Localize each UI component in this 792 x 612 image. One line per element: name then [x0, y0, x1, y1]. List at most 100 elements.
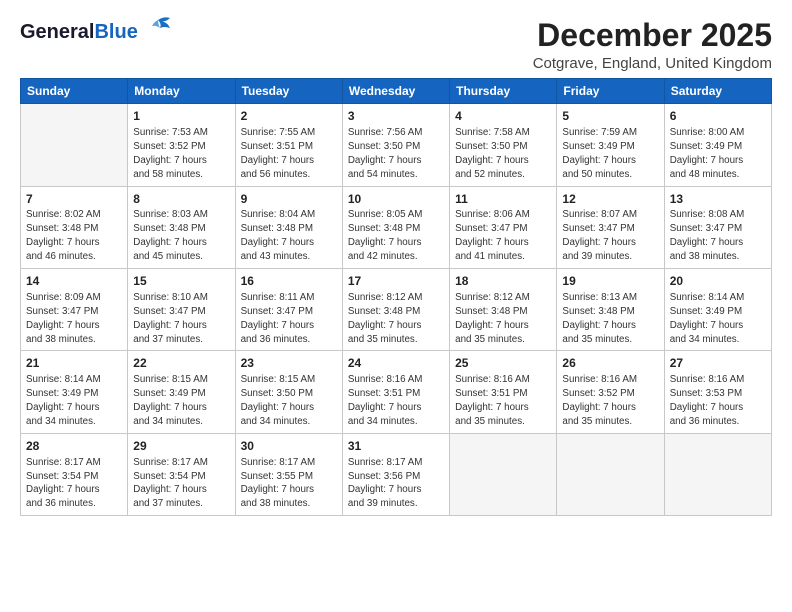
logo-blue: Blue: [94, 21, 137, 43]
calendar-day-cell: 30Sunrise: 8:17 AMSunset: 3:55 PMDayligh…: [235, 433, 342, 515]
calendar-day-header: Friday: [557, 79, 664, 104]
day-number: 25: [455, 355, 551, 372]
page: GeneralBlue December 2025 Cotgrave, Engl…: [0, 0, 792, 612]
calendar-day-cell: 4Sunrise: 7:58 AMSunset: 3:50 PMDaylight…: [450, 104, 557, 186]
calendar-day-cell: 9Sunrise: 8:04 AMSunset: 3:48 PMDaylight…: [235, 186, 342, 268]
day-info: Sunrise: 8:16 AMSunset: 3:51 PMDaylight:…: [348, 373, 444, 429]
title-block: December 2025 Cotgrave, England, United …: [533, 18, 772, 72]
logo-text: GeneralBlue: [20, 22, 138, 42]
calendar-day-header: Monday: [128, 79, 235, 104]
day-info: Sunrise: 8:12 AMSunset: 3:48 PMDaylight:…: [455, 291, 551, 347]
day-number: 29: [133, 438, 229, 455]
calendar-day-cell: 5Sunrise: 7:59 AMSunset: 3:49 PMDaylight…: [557, 104, 664, 186]
calendar-day-header: Tuesday: [235, 79, 342, 104]
day-number: 22: [133, 355, 229, 372]
day-number: 5: [562, 108, 658, 125]
calendar-table: SundayMondayTuesdayWednesdayThursdayFrid…: [20, 78, 772, 516]
calendar-day-cell: 8Sunrise: 8:03 AMSunset: 3:48 PMDaylight…: [128, 186, 235, 268]
day-info: Sunrise: 8:07 AMSunset: 3:47 PMDaylight:…: [562, 208, 658, 264]
day-number: 23: [241, 355, 337, 372]
day-number: 3: [348, 108, 444, 125]
calendar-week-row: 7Sunrise: 8:02 AMSunset: 3:48 PMDaylight…: [21, 186, 772, 268]
day-number: 7: [26, 191, 122, 208]
calendar-day-cell: [450, 433, 557, 515]
day-number: 17: [348, 273, 444, 290]
calendar-day-cell: 10Sunrise: 8:05 AMSunset: 3:48 PMDayligh…: [342, 186, 449, 268]
logo-bird-icon: [140, 16, 172, 40]
day-number: 2: [241, 108, 337, 125]
calendar-day-cell: 18Sunrise: 8:12 AMSunset: 3:48 PMDayligh…: [450, 269, 557, 351]
day-number: 24: [348, 355, 444, 372]
day-info: Sunrise: 8:13 AMSunset: 3:48 PMDaylight:…: [562, 291, 658, 347]
main-title: December 2025: [533, 18, 772, 53]
calendar-week-row: 21Sunrise: 8:14 AMSunset: 3:49 PMDayligh…: [21, 351, 772, 433]
day-info: Sunrise: 8:16 AMSunset: 3:53 PMDaylight:…: [670, 373, 766, 429]
day-info: Sunrise: 8:06 AMSunset: 3:47 PMDaylight:…: [455, 208, 551, 264]
calendar-day-cell: [664, 433, 771, 515]
day-info: Sunrise: 8:04 AMSunset: 3:48 PMDaylight:…: [241, 208, 337, 264]
calendar-day-cell: 23Sunrise: 8:15 AMSunset: 3:50 PMDayligh…: [235, 351, 342, 433]
calendar-day-cell: [21, 104, 128, 186]
day-info: Sunrise: 8:00 AMSunset: 3:49 PMDaylight:…: [670, 126, 766, 182]
day-number: 15: [133, 273, 229, 290]
day-number: 12: [562, 191, 658, 208]
day-info: Sunrise: 8:14 AMSunset: 3:49 PMDaylight:…: [670, 291, 766, 347]
day-number: 13: [670, 191, 766, 208]
calendar-day-cell: 20Sunrise: 8:14 AMSunset: 3:49 PMDayligh…: [664, 269, 771, 351]
calendar-day-cell: 19Sunrise: 8:13 AMSunset: 3:48 PMDayligh…: [557, 269, 664, 351]
day-info: Sunrise: 7:55 AMSunset: 3:51 PMDaylight:…: [241, 126, 337, 182]
day-number: 8: [133, 191, 229, 208]
calendar-day-cell: 16Sunrise: 8:11 AMSunset: 3:47 PMDayligh…: [235, 269, 342, 351]
logo-general: General: [20, 21, 94, 43]
day-info: Sunrise: 7:59 AMSunset: 3:49 PMDaylight:…: [562, 126, 658, 182]
calendar-week-row: 1Sunrise: 7:53 AMSunset: 3:52 PMDaylight…: [21, 104, 772, 186]
calendar-day-header: Sunday: [21, 79, 128, 104]
day-info: Sunrise: 8:12 AMSunset: 3:48 PMDaylight:…: [348, 291, 444, 347]
header: GeneralBlue December 2025 Cotgrave, Engl…: [20, 18, 772, 72]
day-number: 18: [455, 273, 551, 290]
day-info: Sunrise: 8:17 AMSunset: 3:56 PMDaylight:…: [348, 456, 444, 512]
day-info: Sunrise: 8:17 AMSunset: 3:54 PMDaylight:…: [133, 456, 229, 512]
calendar-day-cell: 26Sunrise: 8:16 AMSunset: 3:52 PMDayligh…: [557, 351, 664, 433]
calendar-week-row: 14Sunrise: 8:09 AMSunset: 3:47 PMDayligh…: [21, 269, 772, 351]
calendar-day-cell: 11Sunrise: 8:06 AMSunset: 3:47 PMDayligh…: [450, 186, 557, 268]
day-info: Sunrise: 8:17 AMSunset: 3:55 PMDaylight:…: [241, 456, 337, 512]
day-number: 16: [241, 273, 337, 290]
day-info: Sunrise: 7:56 AMSunset: 3:50 PMDaylight:…: [348, 126, 444, 182]
calendar-day-cell: 24Sunrise: 8:16 AMSunset: 3:51 PMDayligh…: [342, 351, 449, 433]
day-info: Sunrise: 8:16 AMSunset: 3:52 PMDaylight:…: [562, 373, 658, 429]
day-number: 6: [670, 108, 766, 125]
calendar-day-cell: 25Sunrise: 8:16 AMSunset: 3:51 PMDayligh…: [450, 351, 557, 433]
day-info: Sunrise: 8:16 AMSunset: 3:51 PMDaylight:…: [455, 373, 551, 429]
calendar-day-cell: 3Sunrise: 7:56 AMSunset: 3:50 PMDaylight…: [342, 104, 449, 186]
day-number: 9: [241, 191, 337, 208]
day-number: 10: [348, 191, 444, 208]
day-number: 26: [562, 355, 658, 372]
calendar-day-cell: 29Sunrise: 8:17 AMSunset: 3:54 PMDayligh…: [128, 433, 235, 515]
day-number: 19: [562, 273, 658, 290]
day-info: Sunrise: 8:05 AMSunset: 3:48 PMDaylight:…: [348, 208, 444, 264]
day-info: Sunrise: 8:10 AMSunset: 3:47 PMDaylight:…: [133, 291, 229, 347]
day-number: 30: [241, 438, 337, 455]
calendar-day-cell: 1Sunrise: 7:53 AMSunset: 3:52 PMDaylight…: [128, 104, 235, 186]
calendar-day-cell: 14Sunrise: 8:09 AMSunset: 3:47 PMDayligh…: [21, 269, 128, 351]
day-info: Sunrise: 7:58 AMSunset: 3:50 PMDaylight:…: [455, 126, 551, 182]
calendar-day-cell: 12Sunrise: 8:07 AMSunset: 3:47 PMDayligh…: [557, 186, 664, 268]
calendar-day-cell: 28Sunrise: 8:17 AMSunset: 3:54 PMDayligh…: [21, 433, 128, 515]
calendar-day-cell: 7Sunrise: 8:02 AMSunset: 3:48 PMDaylight…: [21, 186, 128, 268]
day-info: Sunrise: 8:15 AMSunset: 3:50 PMDaylight:…: [241, 373, 337, 429]
day-info: Sunrise: 8:15 AMSunset: 3:49 PMDaylight:…: [133, 373, 229, 429]
day-info: Sunrise: 8:09 AMSunset: 3:47 PMDaylight:…: [26, 291, 122, 347]
calendar-day-cell: 13Sunrise: 8:08 AMSunset: 3:47 PMDayligh…: [664, 186, 771, 268]
day-info: Sunrise: 8:14 AMSunset: 3:49 PMDaylight:…: [26, 373, 122, 429]
day-info: Sunrise: 8:02 AMSunset: 3:48 PMDaylight:…: [26, 208, 122, 264]
day-number: 28: [26, 438, 122, 455]
day-info: Sunrise: 8:03 AMSunset: 3:48 PMDaylight:…: [133, 208, 229, 264]
day-number: 4: [455, 108, 551, 125]
calendar-header-row: SundayMondayTuesdayWednesdayThursdayFrid…: [21, 79, 772, 104]
day-number: 21: [26, 355, 122, 372]
day-number: 11: [455, 191, 551, 208]
calendar-day-cell: 15Sunrise: 8:10 AMSunset: 3:47 PMDayligh…: [128, 269, 235, 351]
day-info: Sunrise: 7:53 AMSunset: 3:52 PMDaylight:…: [133, 126, 229, 182]
calendar-day-header: Saturday: [664, 79, 771, 104]
